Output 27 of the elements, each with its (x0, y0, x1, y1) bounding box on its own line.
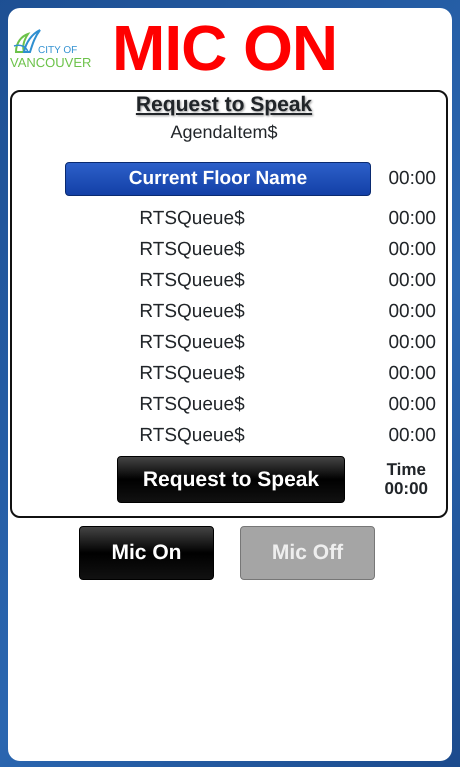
panel-heading: Request to Speak (136, 93, 312, 116)
queue-name: RTSQueue$ (138, 393, 246, 418)
queue-name: RTSQueue$ (138, 331, 246, 356)
mic-button[interactable]: Mic On (79, 526, 214, 580)
queue-time: 00:00 (387, 269, 436, 294)
queue-time: 00:00 (387, 207, 436, 232)
queue-name: RTSQueue$ (138, 362, 246, 386)
queue-name: RTSQueue$ (138, 269, 246, 294)
mic-status-title: MIC ON (112, 16, 338, 80)
floor-time: 00:00 (387, 166, 436, 191)
queue-time: 00:00 (387, 238, 436, 262)
timer-label: Time (386, 460, 427, 480)
queue-time: 00:00 (387, 362, 436, 386)
request-to-speak-button[interactable]: Request to Speak (117, 456, 345, 503)
agenda-item: AgendaItem$ (170, 122, 278, 142)
queue-name: RTSQueue$ (138, 207, 246, 232)
queue-name: RTSQueue$ (138, 300, 246, 324)
logo-text: CITY OF (38, 46, 78, 56)
timer-value: 00:00 (384, 480, 428, 498)
logo-text: VANCOUVER (10, 56, 92, 68)
queue-time: 00:00 (387, 393, 436, 418)
queue-name: RTSQueue$ (138, 424, 246, 448)
current-floor-button[interactable]: Current Floor Name (65, 162, 371, 196)
queue-time: 00:00 (387, 300, 436, 324)
queue-time: 00:00 (387, 331, 436, 356)
queue-name: RTSQueue$ (138, 238, 246, 262)
queue-time: 00:00 (387, 424, 436, 448)
